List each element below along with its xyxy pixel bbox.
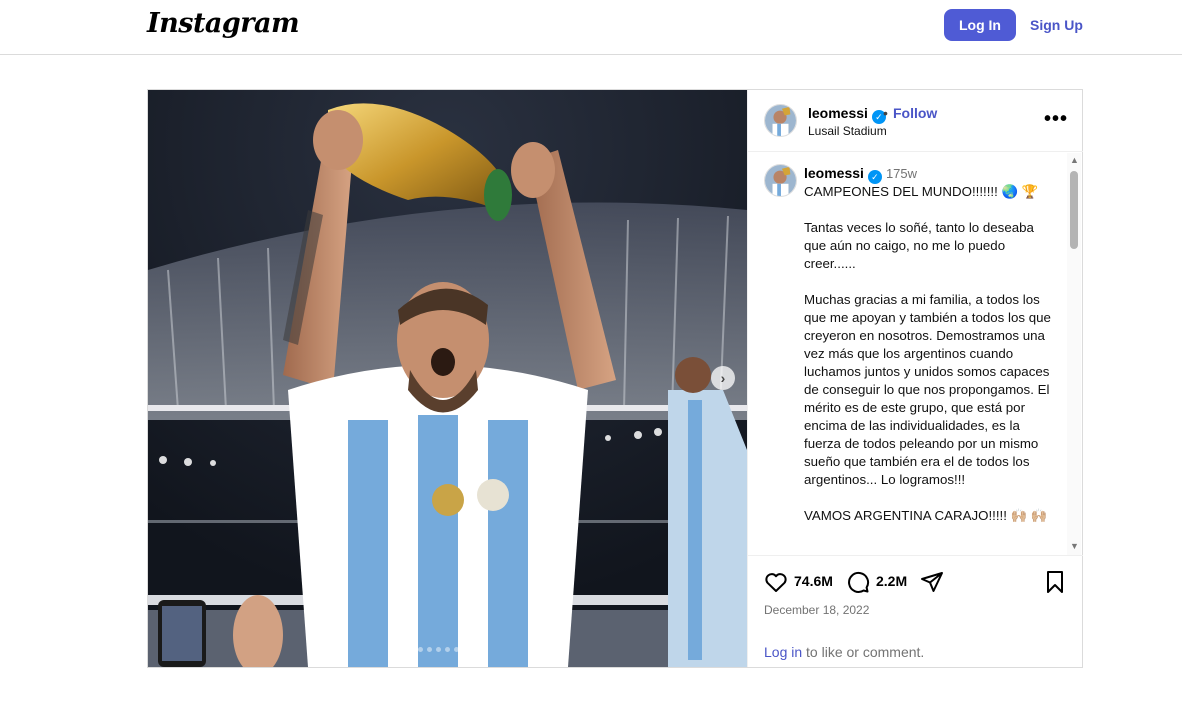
carousel-dot [409, 647, 414, 652]
login-button[interactable]: Log In [944, 9, 1016, 41]
heart-icon[interactable] [764, 570, 788, 594]
more-options-icon[interactable]: ••• [1044, 108, 1068, 131]
share-icon[interactable] [920, 570, 944, 594]
post-photo-illustration [148, 90, 747, 667]
username-label: leomessi [808, 105, 868, 121]
instagram-logo[interactable]: Instagram [147, 8, 300, 39]
carousel-dot [454, 647, 459, 652]
carousel-dot [427, 647, 432, 652]
comment-icon[interactable] [846, 570, 870, 594]
carousel-indicator [400, 647, 459, 652]
carousel-dot-active [400, 647, 405, 652]
caption-header: leomessi ✓ 175w [804, 165, 917, 184]
post-header: leomessi ✓ • Follow Lusail Stadium ••• [748, 90, 1083, 152]
carousel-next-button[interactable]: › [711, 366, 735, 390]
top-navigation-bar: Instagram Log In Sign Up [0, 0, 1182, 55]
post-actions: 74.6M 2.2M December 18, 2022 Log in to l… [748, 555, 1083, 667]
caption-avatar[interactable] [764, 164, 797, 197]
separator-dot: • [883, 105, 888, 121]
scrollbar-thumb[interactable] [1070, 171, 1078, 249]
post-image[interactable]: › [148, 90, 747, 667]
caption-timestamp[interactable]: 175w [886, 166, 917, 181]
login-prompt: Log in to like or comment. [764, 644, 924, 660]
carousel-dot [445, 647, 450, 652]
scroll-down-arrow-icon[interactable]: ▼ [1070, 541, 1079, 551]
verified-icon: ✓ [867, 170, 882, 184]
avatar[interactable] [764, 104, 797, 137]
login-link[interactable]: Log in [764, 644, 802, 660]
post-author-username[interactable]: leomessi ✓ [808, 105, 886, 124]
bookmark-icon[interactable] [1044, 570, 1066, 594]
post-details-panel: leomessi ✓ • Follow Lusail Stadium ••• le… [747, 90, 1083, 667]
carousel-dot [436, 647, 441, 652]
like-count[interactable]: 74.6M [794, 573, 833, 589]
post-card: › leomessi✓ • Follow Lusail Stadium ••• [147, 89, 1083, 668]
post-location[interactable]: Lusail Stadium [808, 124, 887, 138]
post-date[interactable]: December 18, 2022 [764, 603, 869, 617]
caption-username[interactable]: leomessi [804, 165, 864, 181]
signup-button[interactable]: Sign Up [1030, 9, 1083, 41]
carousel-dot [418, 647, 423, 652]
chevron-right-icon: › [720, 370, 726, 386]
caption-text: CAMPEONES DEL MUNDO!!!!!!! 🌏 🏆 Tantas ve… [804, 184, 1051, 523]
follow-button[interactable]: Follow [893, 105, 937, 121]
scroll-up-arrow-icon[interactable]: ▲ [1070, 155, 1079, 165]
login-prompt-suffix: to like or comment. [802, 644, 925, 660]
comment-count[interactable]: 2.2M [876, 573, 907, 589]
caption-area[interactable]: leomessi ✓ 175w CAMPEONES DEL MUNDO!!!!!!!… [748, 153, 1083, 555]
